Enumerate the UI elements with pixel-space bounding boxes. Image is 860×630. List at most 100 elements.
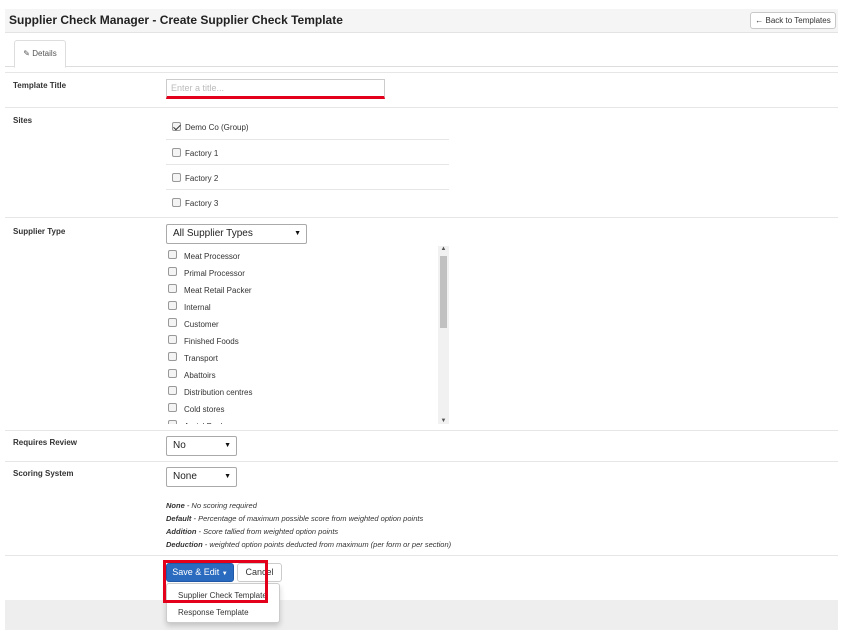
scoring-system-selected: None — [173, 471, 197, 482]
list-item[interactable]: Abattoirs — [166, 367, 436, 384]
site-option[interactable]: Factory 2 — [166, 164, 449, 189]
divider — [5, 430, 838, 431]
scoring-help-line: Deduction - weighted option points deduc… — [166, 540, 451, 549]
supplier-type-label: Aerial Packer — [184, 422, 232, 424]
supplier-type-checkbox[interactable] — [168, 267, 177, 276]
divider — [5, 72, 838, 73]
scoring-term: Addition — [166, 527, 197, 536]
scroll-thumb[interactable] — [440, 256, 447, 328]
back-to-templates-button[interactable]: ← Back to Templates — [750, 12, 836, 29]
scoring-help-line: None - No scoring required — [166, 501, 257, 510]
supplier-type-checkbox[interactable] — [168, 369, 177, 378]
page-header: Supplier Check Manager - Create Supplier… — [5, 9, 838, 33]
supplier-type-label: Meat Retail Packer — [184, 286, 252, 295]
list-item[interactable]: Aerial Packer — [166, 418, 436, 424]
arrow-left-icon: ← — [755, 16, 764, 25]
supplier-type-selected: All Supplier Types — [173, 228, 253, 239]
supplier-type-checkbox[interactable] — [168, 301, 177, 310]
caret-down-icon: ▼ — [221, 571, 228, 577]
scoring-system-label: Scoring System — [13, 469, 74, 478]
site-checkbox[interactable] — [172, 198, 181, 207]
save-edit-button[interactable]: Save & Edit ▼ — [166, 563, 234, 582]
supplier-type-label: Cold stores — [184, 405, 225, 414]
back-button-label: Back to Templates — [765, 16, 831, 25]
site-label: Factory 1 — [185, 149, 219, 158]
supplier-type-label: Abattoirs — [184, 371, 216, 380]
list-item[interactable]: Primal Processor — [166, 265, 436, 282]
list-item[interactable]: Meat Processor — [166, 248, 436, 265]
supplier-type-checkbox[interactable] — [168, 420, 177, 424]
scoring-term: Deduction — [166, 540, 203, 549]
supplier-type-label: Meat Processor — [184, 252, 241, 261]
list-item[interactable]: Cold stores — [166, 401, 436, 418]
supplier-type-checkbox[interactable] — [168, 403, 177, 412]
list-item[interactable]: Meat Retail Packer — [166, 282, 436, 299]
scoring-description: - Percentage of maximum possible score f… — [191, 514, 424, 523]
template-title-input[interactable] — [166, 79, 385, 99]
sites-label: Sites — [13, 116, 33, 125]
supplier-type-checkbox[interactable] — [168, 284, 177, 293]
tab-details[interactable]: ✎ Details — [14, 40, 66, 68]
divider — [5, 217, 838, 218]
site-checkbox[interactable] — [172, 148, 181, 157]
caret-down-icon: ▼ — [224, 473, 231, 480]
scoring-description: - Score tallied from weighted option poi… — [196, 527, 339, 536]
site-label: Factory 3 — [185, 199, 219, 208]
requires-review-selected: No — [173, 440, 186, 451]
scoring-description: - No scoring required — [184, 501, 257, 510]
supplier-type-checkbox[interactable] — [168, 250, 177, 259]
save-dropdown-menu: Supplier Check Template Response Templat… — [166, 583, 280, 623]
supplier-type-label: Primal Processor — [184, 269, 245, 278]
site-label: Demo Co (Group) — [185, 123, 249, 132]
site-checkbox[interactable] — [172, 122, 181, 131]
supplier-type-label: Finished Foods — [184, 337, 239, 346]
scoring-term: None — [166, 501, 185, 510]
menu-item-response-template[interactable]: Response Template — [167, 604, 279, 621]
scoring-help-line: Default - Percentage of maximum possible… — [166, 514, 423, 523]
footer-bar — [5, 600, 838, 630]
requires-review-label: Requires Review — [13, 438, 78, 447]
supplier-type-scrollbar[interactable]: ▲ ▼ — [438, 246, 449, 424]
supplier-type-checkbox[interactable] — [168, 352, 177, 361]
list-item[interactable]: Transport — [166, 350, 436, 367]
caret-down-icon: ▼ — [294, 230, 301, 237]
site-option[interactable]: Factory 3 — [166, 189, 449, 214]
cancel-button[interactable]: Cancel — [237, 563, 282, 582]
site-option[interactable]: Demo Co (Group) — [166, 114, 449, 139]
supplier-type-label: Transport — [184, 354, 218, 363]
supplier-type-label: Supplier Type — [13, 227, 66, 236]
scroll-up-icon[interactable]: ▲ — [440, 246, 447, 252]
divider — [5, 555, 838, 556]
list-item[interactable]: Internal — [166, 299, 436, 316]
supplier-type-checkbox[interactable] — [168, 318, 177, 327]
menu-item-supplier-check-template[interactable]: Supplier Check Template — [167, 587, 279, 604]
scoring-description: - weighted option points deducted from m… — [202, 540, 452, 549]
requires-review-select[interactable]: No ▼ — [166, 436, 237, 456]
supplier-type-label: Distribution centres — [184, 388, 253, 397]
divider — [5, 107, 838, 108]
site-label: Factory 2 — [185, 174, 219, 183]
site-option[interactable]: Factory 1 — [166, 139, 449, 164]
scoring-help-line: Addition - Score tallied from weighted o… — [166, 527, 338, 536]
supplier-type-checkbox[interactable] — [168, 335, 177, 344]
scoring-system-select[interactable]: None ▼ — [166, 467, 237, 487]
pencil-icon: ✎ — [23, 49, 30, 58]
site-checkbox[interactable] — [172, 173, 181, 182]
caret-down-icon: ▼ — [224, 442, 231, 449]
supplier-type-list[interactable]: Meat Processor Primal Processor Meat Retai… — [166, 246, 449, 424]
tabs-bar: ✎ Details — [5, 33, 838, 68]
save-edit-label: Save & Edit — [172, 567, 220, 577]
supplier-type-select[interactable]: All Supplier Types ▼ — [166, 224, 307, 244]
supplier-type-label: Customer — [184, 320, 219, 329]
tab-details-label: Details — [32, 49, 57, 58]
supplier-type-label: Internal — [184, 303, 211, 312]
page-title: Supplier Check Manager - Create Supplier… — [9, 13, 343, 27]
scroll-down-icon[interactable]: ▼ — [440, 418, 447, 424]
list-item[interactable]: Customer — [166, 316, 436, 333]
template-title-label: Template Title — [13, 81, 67, 90]
list-item[interactable]: Finished Foods — [166, 333, 436, 350]
divider — [5, 461, 838, 462]
supplier-type-checkbox[interactable] — [168, 386, 177, 395]
scoring-term: Default — [166, 514, 192, 523]
list-item[interactable]: Distribution centres — [166, 384, 436, 401]
